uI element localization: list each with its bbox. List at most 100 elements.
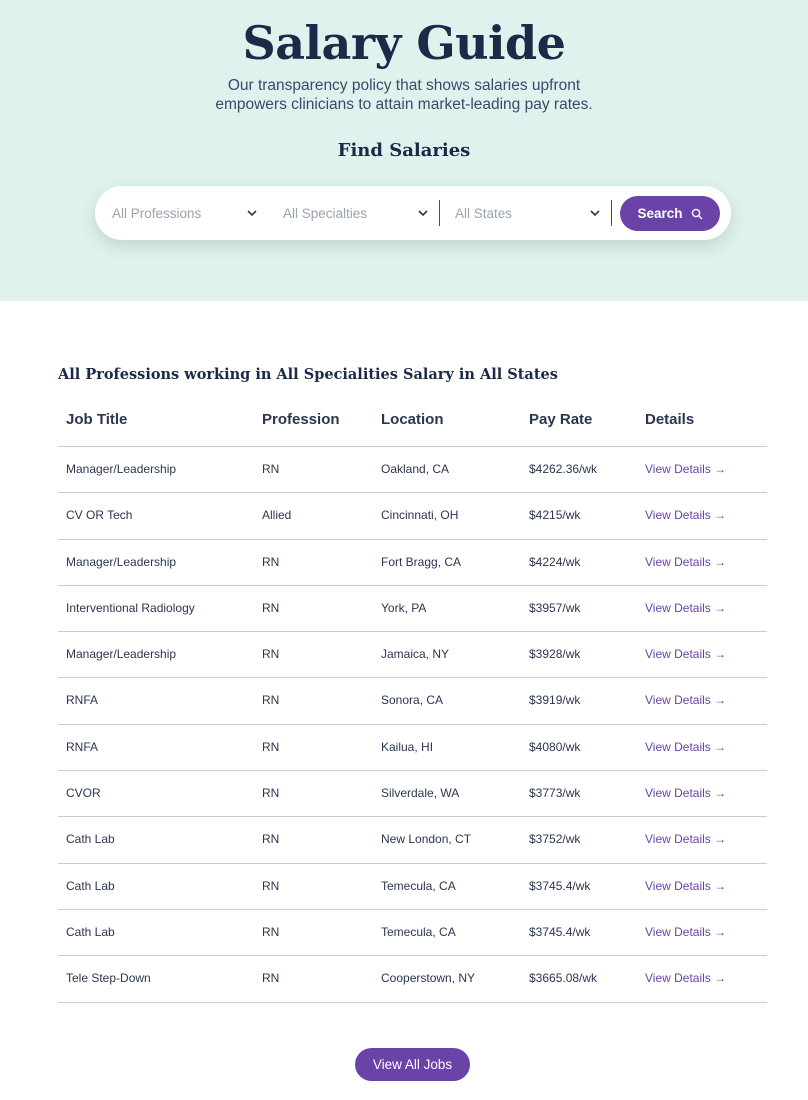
profession-cell: RN	[262, 786, 280, 801]
job-title-cell: CVOR	[66, 786, 101, 801]
salary-table: Job Title Profession Location Pay Rate D…	[58, 396, 767, 1003]
table-row: Manager/Leadership RN Fort Bragg, CA $42…	[58, 540, 767, 586]
job-title-cell: CV OR Tech	[66, 508, 133, 523]
table-row: Cath Lab RN Temecula, CA $3745.4/wk View…	[58, 864, 767, 910]
location-cell: New London, CT	[381, 832, 472, 847]
job-title-cell: Interventional Radiology	[66, 600, 195, 615]
location-cell: Fort Bragg, CA	[381, 554, 462, 569]
profession-cell: RN	[262, 600, 280, 615]
location-cell: Silverdale, WA	[381, 786, 460, 801]
job-title-cell: Manager/Leadership	[66, 647, 177, 662]
view-details-link[interactable]: View Details →	[645, 693, 726, 707]
table-row: CVOR RN Silverdale, WA $3773/wk View Det…	[58, 771, 767, 818]
job-title-cell: Cath Lab	[66, 924, 115, 939]
pay-rate-cell: $3745.4/wk	[529, 924, 591, 939]
view-details-link[interactable]: View Details →	[645, 740, 726, 754]
column-header-pay-rate: Pay Rate	[529, 411, 593, 428]
table-row: Manager/Leadership RN Oakland, CA $4262.…	[58, 447, 767, 494]
pay-rate-cell: $4215/wk	[529, 508, 581, 523]
job-title-cell: Cath Lab	[66, 878, 115, 893]
table-row: RNFA RN Kailua, HI $4080/wk View Details…	[58, 725, 767, 772]
pay-rate-cell: $3773/wk	[529, 786, 581, 801]
location-cell: Jamaica, NY	[381, 647, 450, 662]
specialty-select[interactable]: All Specialties	[283, 186, 435, 240]
view-details-link[interactable]: View Details →	[645, 508, 726, 522]
job-title-cell: Tele Step-Down	[66, 971, 151, 986]
profession-cell: RN	[262, 739, 280, 754]
view-details-link[interactable]: View Details →	[645, 832, 726, 846]
profession-cell: RN	[262, 924, 280, 939]
profession-cell: RN	[262, 832, 280, 847]
view-details-link[interactable]: View Details →	[645, 786, 726, 800]
job-title-cell: RNFA	[66, 693, 99, 708]
location-cell: York, PA	[381, 600, 427, 615]
profession-cell: RN	[262, 878, 280, 893]
location-cell: Temecula, CA	[381, 878, 456, 893]
search-icon	[691, 208, 703, 219]
table-header: Job Title Profession Location Pay Rate D…	[58, 396, 767, 447]
view-details-link[interactable]: View Details →	[645, 555, 726, 569]
find-salaries-heading: Find Salaries	[337, 140, 471, 161]
pay-rate-cell: $3957/wk	[529, 600, 581, 615]
view-details-link[interactable]: View Details →	[645, 601, 726, 615]
pay-rate-cell: $3665.08/wk	[529, 971, 598, 986]
chevron-down-icon	[418, 210, 428, 217]
table-row: Cath Lab RN Temecula, CA $3745.4/wk View…	[58, 910, 767, 957]
state-select-placeholder: All States	[455, 205, 513, 221]
column-header-location: Location	[381, 411, 444, 428]
search-button[interactable]: Search	[620, 196, 720, 231]
location-cell: Sonora, CA	[381, 693, 444, 708]
chevron-down-icon	[590, 210, 600, 217]
pay-rate-cell: $4224/wk	[529, 554, 581, 569]
location-cell: Cooperstown, NY	[381, 971, 476, 986]
specialty-select-placeholder: All Specialties	[283, 205, 368, 221]
page-title: Salary Guide	[242, 16, 566, 70]
job-title-cell: RNFA	[66, 739, 99, 754]
column-header-profession: Profession	[262, 411, 340, 428]
view-details-link[interactable]: View Details →	[645, 462, 726, 476]
table-row: Interventional Radiology RN York, PA $39…	[58, 586, 767, 633]
view-details-link[interactable]: View Details →	[645, 925, 726, 939]
profession-cell: RN	[262, 462, 280, 476]
job-title-cell: Manager/Leadership	[66, 462, 177, 476]
view-details-link[interactable]: View Details →	[645, 879, 726, 893]
hero-section: Salary Guide Our transparency policy tha…	[0, 0, 808, 301]
profession-select[interactable]: All Professions	[112, 186, 264, 240]
chevron-down-icon	[247, 210, 257, 217]
results-heading: All Professions working in All Specialit…	[58, 366, 558, 383]
pay-rate-cell: $4262.36/wk	[529, 462, 598, 476]
search-button-label: Search	[637, 206, 683, 221]
table-row: CV OR Tech Allied Cincinnati, OH $4215/w…	[58, 493, 767, 540]
pay-rate-cell: $4080/wk	[529, 739, 581, 754]
search-bar: All Professions All Specialties All Stat…	[95, 186, 731, 240]
location-cell: Cincinnati, OH	[381, 508, 459, 523]
profession-cell: RN	[262, 554, 280, 569]
table-row: Tele Step-Down RN Cooperstown, NY $3665.…	[58, 956, 767, 1003]
job-title-cell: Cath Lab	[66, 832, 115, 847]
column-header-details: Details	[645, 411, 695, 428]
profession-cell: RN	[262, 971, 280, 986]
profession-cell: RN	[262, 693, 280, 708]
location-cell: Temecula, CA	[381, 924, 456, 939]
view-all-jobs-label: View All Jobs	[372, 1057, 453, 1072]
pay-rate-cell: $3752/wk	[529, 832, 581, 847]
table-row: Cath Lab RN New London, CT $3752/wk View…	[58, 817, 767, 864]
view-details-link[interactable]: View Details →	[645, 647, 726, 661]
pay-rate-cell: $3745.4/wk	[529, 878, 591, 893]
column-header-job-title: Job Title	[66, 411, 128, 428]
profession-select-placeholder: All Professions	[112, 205, 202, 221]
divider	[439, 200, 440, 226]
table-row: Manager/Leadership RN Jamaica, NY $3928/…	[58, 632, 767, 679]
view-details-link[interactable]: View Details →	[645, 971, 726, 985]
profession-cell: Allied	[262, 508, 292, 523]
state-select[interactable]: All States	[455, 186, 607, 240]
table-row: RNFA RN Sonora, CA $3919/wk View Details…	[58, 678, 767, 725]
hero-subtitle: Our transparency policy that shows salar…	[215, 77, 593, 113]
pay-rate-cell: $3928/wk	[529, 647, 581, 662]
profession-cell: RN	[262, 647, 280, 662]
view-all-jobs-button[interactable]: View All Jobs	[355, 1048, 470, 1081]
location-cell: Kailua, HI	[381, 739, 434, 754]
location-cell: Oakland, CA	[381, 462, 450, 476]
job-title-cell: Manager/Leadership	[66, 554, 177, 569]
divider	[611, 200, 612, 226]
